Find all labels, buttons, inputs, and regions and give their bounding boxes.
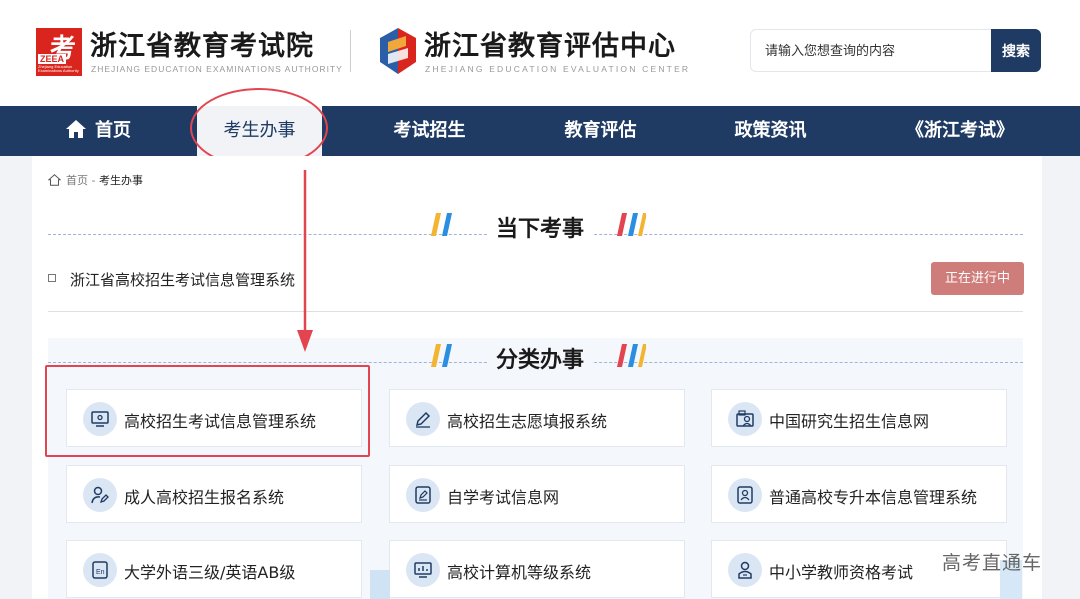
- site-header: 考 ZEEA Zhejiang Education Examinations A…: [0, 0, 1080, 106]
- service-card-label: 中小学教师资格考试: [769, 563, 914, 582]
- section-divider: [48, 311, 1023, 312]
- service-card-label: 高校计算机等级系统: [447, 563, 592, 582]
- header-divider: [350, 30, 351, 72]
- english-icon: En: [92, 561, 108, 579]
- tablet-edit-icon: [415, 486, 431, 504]
- computer-chart-icon: [414, 562, 432, 578]
- watermark: 高考直通车: [942, 552, 1043, 574]
- home-icon: [66, 120, 86, 138]
- service-card-label: 普通高校专升本信息管理系统: [769, 488, 978, 507]
- search-button[interactable]: 搜索: [991, 29, 1041, 72]
- service-card-adult-admission[interactable]: 成人高校招生报名系统: [66, 465, 362, 523]
- nav-item-home[interactable]: 首页: [48, 106, 148, 156]
- search-box: 搜索: [750, 29, 1041, 72]
- service-card-label: 中国研究生招生信息网: [769, 412, 930, 431]
- svg-text:En: En: [96, 569, 105, 576]
- title-right-stripes-icon: [617, 213, 646, 236]
- breadcrumb: 首页 - 考生办事: [48, 172, 143, 188]
- service-card-graduate-admission[interactable]: 中国研究生招生信息网: [711, 389, 1007, 447]
- org1-english-name: ZHEJIANG EDUCATION EXAMINATIONS AUTHORIT…: [91, 64, 343, 74]
- breadcrumb-separator: -: [88, 174, 99, 187]
- zeea-logo-abbr: ZEEA: [38, 54, 67, 64]
- zeea-logo-subtext: Zhejiang Education Examinations Authorit…: [38, 64, 79, 73]
- section-title-current: 当下考事: [0, 211, 1080, 243]
- evaluation-center-logo[interactable]: [378, 28, 418, 74]
- breadcrumb-home[interactable]: 首页: [66, 174, 88, 187]
- teacher-icon: [738, 561, 752, 579]
- graduate-icon: [736, 410, 754, 427]
- service-card-label: 成人高校招生报名系统: [124, 488, 285, 507]
- list-bullet: [48, 274, 56, 282]
- service-card-self-study-exam[interactable]: 自学考试信息网: [389, 465, 685, 523]
- id-card-icon: [737, 486, 753, 504]
- search-input[interactable]: [765, 40, 985, 62]
- service-card-application-system[interactable]: 高校招生志愿填报系统: [389, 389, 685, 447]
- breadcrumb-home-icon[interactable]: [48, 174, 61, 186]
- nav-item-policy-news[interactable]: 政策资讯: [713, 106, 828, 156]
- user-edit-icon: [91, 486, 109, 504]
- current-exam-row[interactable]: 浙江省高校招生考试信息管理系统 正在进行中: [48, 262, 1024, 296]
- pencil-icon: [415, 411, 431, 428]
- org1-name[interactable]: 浙江省教育考试院: [90, 24, 314, 63]
- service-card-label: 大学外语三级/英语AB级: [124, 563, 296, 582]
- annotation-highlight-box: [45, 365, 370, 457]
- service-card-label: 自学考试信息网: [447, 488, 560, 507]
- org2-english-name: ZHEJIANG EDUCATION EVALUATION CENTER: [425, 64, 691, 74]
- service-card-foreign-language[interactable]: En 大学外语三级/英语AB级: [66, 540, 362, 598]
- breadcrumb-current: 考生办事: [98, 174, 143, 187]
- service-card-upgrade-system[interactable]: 普通高校专升本信息管理系统: [711, 465, 1007, 523]
- nav-item-exam-admission[interactable]: 考试招生: [372, 106, 487, 156]
- org2-name[interactable]: 浙江省教育评估中心: [424, 24, 676, 63]
- zeea-logo[interactable]: 考 ZEEA Zhejiang Education Examinations A…: [36, 28, 82, 76]
- current-exam-label[interactable]: 浙江省高校招生考试信息管理系统: [70, 269, 295, 290]
- status-badge[interactable]: 正在进行中: [931, 262, 1024, 295]
- service-card-computer-exam[interactable]: 高校计算机等级系统: [389, 540, 685, 598]
- service-card-label: 高校招生志愿填报系统: [447, 412, 608, 431]
- nav-item-education-evaluation[interactable]: 教育评估: [543, 106, 658, 156]
- main-nav: 首页 考生办事 考试招生 教育评估 政策资讯 《浙江考试》: [0, 106, 1080, 156]
- nav-item-home-label: 首页: [95, 120, 131, 141]
- decorative-building: [370, 570, 390, 599]
- nav-item-zhejiang-exam-journal[interactable]: 《浙江考试》: [890, 106, 1030, 156]
- title-right-stripes-icon: [617, 344, 646, 367]
